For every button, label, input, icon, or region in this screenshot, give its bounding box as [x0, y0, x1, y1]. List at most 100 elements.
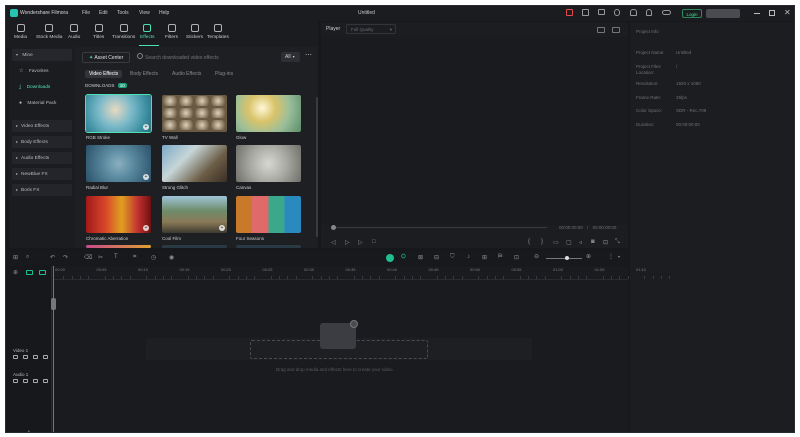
mark-out-icon[interactable]: }: [541, 239, 543, 245]
tab-templates[interactable]: Templates: [207, 24, 229, 40]
tab-stock-media[interactable]: Stock Media: [36, 24, 62, 40]
effect-thumbnail[interactable]: [86, 245, 151, 248]
voiceover-icon[interactable]: ⊞: [482, 254, 487, 261]
display-settings-icon[interactable]: [612, 27, 620, 33]
menu-tools[interactable]: Tools: [117, 10, 129, 16]
volume-icon[interactable]: ◃: [579, 239, 582, 246]
headset-icon[interactable]: [630, 9, 637, 16]
shield-icon[interactable]: ⛉: [450, 254, 455, 261]
maximize-button[interactable]: [769, 10, 775, 16]
preview-area[interactable]: [321, 37, 628, 225]
effect-thumbnail[interactable]: [236, 145, 301, 182]
lock-icon[interactable]: [23, 379, 28, 383]
gift-icon[interactable]: [566, 9, 573, 16]
progress-track[interactable]: [336, 227, 547, 228]
effect-thumbnail[interactable]: [236, 196, 301, 233]
quality-dropdown[interactable]: Full Quality ▾: [346, 24, 396, 34]
next-frame-icon[interactable]: ▷: [358, 239, 363, 246]
sidebar-mine[interactable]: ▾ Mine: [12, 49, 72, 61]
zoom-out-icon[interactable]: ⊖: [534, 253, 539, 260]
snapshot-icon[interactable]: [597, 27, 605, 33]
effect-thumbnail[interactable]: +: [86, 145, 151, 182]
menu-edit[interactable]: Edit: [99, 10, 108, 16]
link-icon[interactable]: [26, 270, 33, 275]
tab-filters[interactable]: Filters: [165, 24, 178, 40]
add-track-icon[interactable]: ⊕: [13, 269, 18, 276]
edit-icon[interactable]: [43, 355, 48, 359]
speed-icon[interactable]: ◷: [151, 254, 156, 261]
close-button[interactable]: ✕: [784, 8, 791, 17]
effect-thumbnail[interactable]: [236, 95, 301, 132]
marker-icon[interactable]: ⛿: [498, 254, 502, 261]
effect-tab-plug-ins[interactable]: Plug-ins: [215, 71, 233, 77]
tab-audio[interactable]: Audio: [68, 24, 80, 40]
tab-stickers[interactable]: Stickers: [186, 24, 203, 40]
add-to-timeline-icon[interactable]: +: [143, 124, 149, 130]
add-to-timeline-icon[interactable]: +: [143, 174, 149, 180]
sidebar-item-video-effects[interactable]: ▸ Video Effects: [12, 120, 72, 132]
cloud-icon[interactable]: [662, 10, 671, 15]
tab-effects[interactable]: Effects: [140, 24, 155, 40]
sidebar-item-downloads[interactable]: ⤓ Downloads: [12, 81, 72, 93]
effect-thumbnail[interactable]: [162, 145, 227, 182]
zoom-in-icon[interactable]: ⊕: [586, 253, 591, 260]
effect-tab-audio-effects[interactable]: Audio Effects: [172, 71, 201, 77]
mark-in-icon[interactable]: {: [528, 239, 530, 245]
account-button[interactable]: [706, 9, 740, 18]
stop-icon[interactable]: □: [372, 239, 376, 245]
add-icon[interactable]: •: [28, 429, 30, 432]
timeline-playhead[interactable]: [53, 266, 54, 432]
filter-dropdown[interactable]: All ▾: [281, 52, 300, 62]
tab-transitions[interactable]: Transitions: [112, 24, 135, 40]
folder-icon[interactable]: [598, 9, 605, 15]
login-button[interactable]: Login: [682, 9, 702, 18]
effect-tab-body-effects[interactable]: Body Effects: [130, 71, 158, 77]
upload-icon[interactable]: [582, 9, 589, 16]
lock-icon[interactable]: [23, 355, 28, 359]
edit-icon[interactable]: [43, 379, 48, 383]
playhead-marker[interactable]: [51, 298, 56, 310]
tab-media[interactable]: Media: [14, 24, 27, 40]
sidebar-item-body-effects[interactable]: ▸ Body Effects: [12, 136, 72, 148]
sidebar-item-audio-effects[interactable]: ▸ Audio Effects: [12, 152, 72, 164]
delete-icon[interactable]: ⌫: [84, 254, 92, 261]
video-track-icon[interactable]: [13, 355, 18, 359]
bulb-icon[interactable]: [614, 9, 620, 16]
auto-ripple-icon[interactable]: ⛭: [401, 254, 406, 261]
layout-icon[interactable]: ⊞: [13, 254, 18, 261]
scale-icon[interactable]: ⊡: [603, 239, 608, 246]
more-options-icon[interactable]: ⋯: [305, 52, 312, 59]
render-icon[interactable]: ⊡: [514, 254, 519, 261]
audio-track-icon[interactable]: [13, 379, 18, 383]
search-input[interactable]: [145, 52, 280, 63]
render-preview-icon[interactable]: ▢: [566, 239, 572, 246]
mute-icon[interactable]: [33, 379, 38, 383]
tab-titles[interactable]: Titles: [93, 24, 104, 40]
more-options-icon[interactable]: ⋮: [608, 253, 614, 260]
crop-icon[interactable]: ⌗: [133, 254, 136, 261]
ai-tools-icon[interactable]: ◉: [169, 254, 174, 261]
zoom-slider-handle[interactable]: [565, 256, 569, 260]
fullscreen-icon[interactable]: ▭: [553, 239, 559, 246]
sidebar-item-newblue-fx[interactable]: ▸ NewBlue FX: [12, 168, 72, 180]
microphone-icon[interactable]: ♪: [467, 254, 470, 260]
select-tool-icon[interactable]: ⌕: [26, 254, 29, 261]
effect-thumbnail[interactable]: [236, 245, 301, 248]
minimize-button[interactable]: [754, 13, 760, 14]
asset-center-button[interactable]: ✦ Asset Center: [82, 52, 130, 63]
menu-view[interactable]: View: [139, 10, 150, 16]
menu-help[interactable]: Help: [159, 10, 169, 16]
effect-thumbnail[interactable]: [162, 95, 227, 132]
redo-icon[interactable]: ↷: [63, 254, 68, 261]
camera-icon[interactable]: ◙: [591, 239, 595, 245]
split-icon[interactable]: ✂: [98, 254, 103, 261]
effect-tab-video-effects[interactable]: Video Effects: [85, 70, 123, 78]
effect-thumbnail[interactable]: +: [86, 196, 151, 233]
previous-frame-icon[interactable]: ◁: [331, 239, 336, 246]
ai-copilot-icon[interactable]: ⊠: [418, 254, 423, 261]
time-ruler[interactable]: 00:00 00:05 00:10 00:15 00:20 00:25 00:30 00:35…: [53, 266, 671, 280]
expand-icon[interactable]: ⤡: [615, 239, 620, 246]
notification-icon[interactable]: [646, 9, 652, 16]
magnet-icon[interactable]: [39, 270, 46, 275]
sidebar-item-material-pack[interactable]: ● Material Pack: [12, 97, 72, 109]
